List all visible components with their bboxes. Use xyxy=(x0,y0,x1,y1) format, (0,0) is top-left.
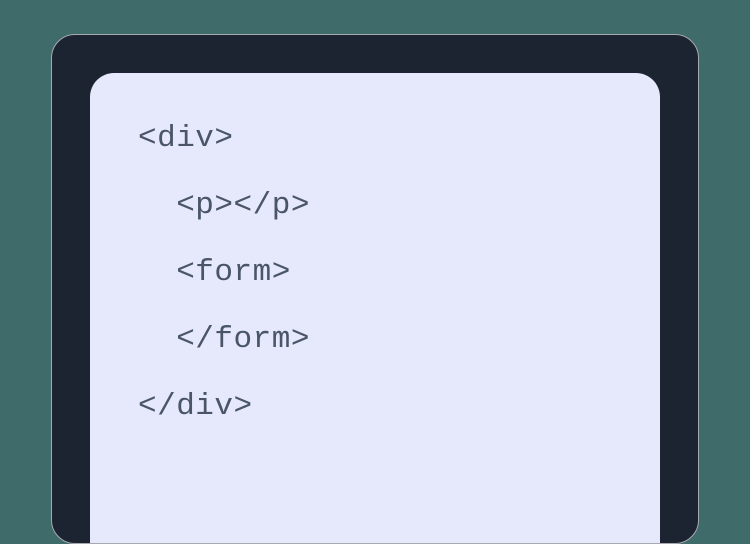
code-line: </form> xyxy=(138,324,612,355)
code-line: </div> xyxy=(138,391,612,422)
code-line: <p></p> xyxy=(138,190,612,221)
code-line: <div> xyxy=(138,123,612,154)
code-frame: <div> <p></p> <form> </form> </div> xyxy=(51,34,699,544)
code-line: <form> xyxy=(138,257,612,288)
code-panel: <div> <p></p> <form> </form> </div> xyxy=(90,73,660,543)
